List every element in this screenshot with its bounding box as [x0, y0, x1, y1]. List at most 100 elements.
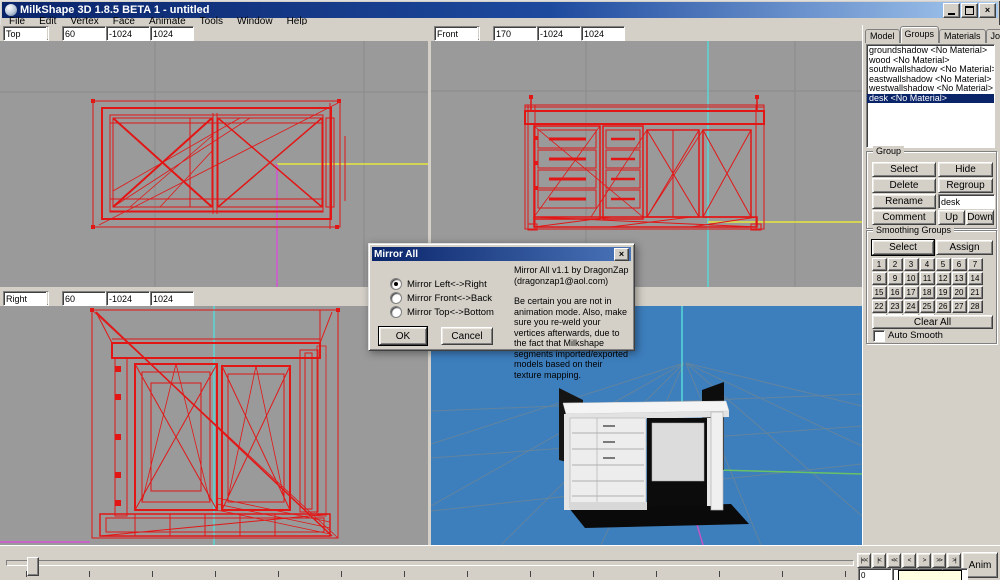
smoothing-group-button[interactable]: 4 — [920, 258, 935, 271]
go-to-start-button[interactable]: |<< — [857, 553, 871, 568]
right-view-mode-dropdown[interactable]: Right ▼ — [3, 291, 49, 306]
top-view-zoom-field[interactable]: 60 — [62, 26, 106, 41]
front-view-min-field[interactable]: -1024 — [537, 26, 581, 41]
radio-label: Mirror Front<->Back — [407, 293, 492, 304]
down-button[interactable]: Down — [966, 210, 994, 225]
radio-icon[interactable] — [390, 292, 402, 304]
right-view-zoom-field[interactable]: 60 — [62, 291, 106, 306]
chevron-down-icon[interactable]: ▼ — [477, 26, 480, 41]
top-viewport[interactable] — [0, 41, 428, 287]
smoothing-group-button[interactable]: 7 — [968, 258, 983, 271]
smoothing-group-button[interactable]: 6 — [952, 258, 967, 271]
smoothing-group-button[interactable]: 15 — [872, 286, 887, 299]
smoothing-group-button[interactable]: 25 — [920, 300, 935, 313]
tab-model[interactable]: Model — [865, 29, 900, 43]
minimize-button[interactable] — [943, 3, 960, 18]
smoothing-assign-button[interactable]: Assign — [936, 240, 993, 255]
app-icon — [5, 4, 17, 16]
smoothing-select-button[interactable]: Select — [872, 240, 934, 255]
smoothing-group-button[interactable]: 9 — [888, 272, 903, 285]
smoothing-group-button[interactable]: 28 — [968, 300, 983, 313]
right-view-mode-value: Right — [6, 294, 27, 304]
dialog-close-button[interactable]: × — [614, 248, 629, 261]
regroup-button[interactable]: Regroup — [938, 178, 993, 193]
top-view-mode-dropdown[interactable]: Top ▼ — [3, 26, 49, 41]
smoothing-group-button[interactable]: 13 — [952, 272, 967, 285]
close-button[interactable]: × — [979, 3, 996, 18]
tooltip — [898, 570, 962, 580]
hide-button[interactable]: Hide — [938, 162, 993, 177]
front-viewport-toolbar: Front ▼ 170 -1024 1024 — [431, 25, 862, 42]
front-view-max-field[interactable]: 1024 — [581, 26, 625, 41]
clear-all-button[interactable]: Clear All — [872, 315, 993, 329]
front-view-zoom-field[interactable]: 170 — [493, 26, 537, 41]
front-view-mode-value: Front — [437, 29, 458, 39]
top-view-max-field[interactable]: 1024 — [150, 26, 194, 41]
window-title: MilkShape 3D 1.8.5 BETA 1 - untitled — [20, 4, 209, 16]
cancel-button[interactable]: Cancel — [441, 327, 493, 345]
rename-button[interactable]: Rename — [872, 194, 936, 209]
smoothing-group-button[interactable]: 17 — [904, 286, 919, 299]
fast-forward-button[interactable]: >> — [932, 553, 946, 568]
smoothing-group-button[interactable]: 26 — [936, 300, 951, 313]
chevron-down-icon[interactable]: ▼ — [46, 291, 49, 306]
smoothing-group-button[interactable]: 14 — [968, 272, 983, 285]
smoothing-group-button[interactable]: 10 — [904, 272, 919, 285]
dialog-titlebar[interactable]: Mirror All × — [372, 247, 631, 261]
smoothing-group-button[interactable]: 21 — [968, 286, 983, 299]
radio-mirror-front-back[interactable]: Mirror Front<->Back — [390, 292, 492, 304]
right-viewport[interactable] — [0, 306, 428, 545]
top-view-min-field[interactable]: -1024 — [106, 26, 150, 41]
smoothing-group-button[interactable]: 1 — [872, 258, 887, 271]
rename-field[interactable]: desk — [938, 194, 995, 209]
radio-icon[interactable] — [390, 306, 402, 318]
smoothing-group-button[interactable]: 18 — [920, 286, 935, 299]
tab-joints[interactable]: Joints — [986, 29, 1000, 43]
radio-mirror-left-right[interactable]: Mirror Left<->Right — [390, 278, 487, 290]
smoothing-group-button[interactable]: 27 — [952, 300, 967, 313]
front-view-mode-dropdown[interactable]: Front ▼ — [434, 26, 480, 41]
smoothing-group-button[interactable]: 19 — [936, 286, 951, 299]
auto-smooth-checkbox[interactable] — [873, 330, 885, 342]
close-icon: × — [985, 5, 990, 15]
groups-listbox[interactable]: groundshadow <No Material> wood <No Mate… — [866, 44, 995, 148]
smoothing-group-button[interactable]: 8 — [872, 272, 887, 285]
radio-mirror-top-bottom[interactable]: Mirror Top<->Bottom — [390, 306, 494, 318]
dialog-warning-text: Be certain you are not in animation mode… — [514, 296, 629, 380]
step-forward-button[interactable]: > — [917, 553, 931, 568]
radio-icon[interactable] — [390, 278, 402, 290]
smoothing-group-button[interactable]: 16 — [888, 286, 903, 299]
frame-field-current[interactable]: 0 — [858, 568, 892, 580]
comment-button[interactable]: Comment — [872, 210, 936, 225]
group-box-title: Group — [873, 146, 904, 156]
milkshape-window: MilkShape 3D 1.8.5 BETA 1 - untitled × F… — [0, 0, 1000, 580]
smoothing-group-button[interactable]: 12 — [936, 272, 951, 285]
smoothing-group-button[interactable]: 3 — [904, 258, 919, 271]
delete-button[interactable]: Delete — [872, 178, 936, 193]
smoothing-group-button[interactable]: 20 — [952, 286, 967, 299]
tab-materials[interactable]: Materials — [939, 29, 986, 43]
smoothing-group-button[interactable]: 2 — [888, 258, 903, 271]
radio-label: Mirror Left<->Right — [407, 279, 487, 290]
restore-button[interactable] — [961, 3, 978, 18]
smoothing-group-button[interactable]: 23 — [888, 300, 903, 313]
timeline-ticks — [26, 571, 848, 577]
previous-keyframe-button[interactable]: |< — [872, 553, 886, 568]
top-view-mode-value: Top — [6, 29, 21, 39]
right-view-min-field[interactable]: -1024 — [106, 291, 150, 306]
timeline-track[interactable] — [6, 560, 854, 566]
smoothing-group-button[interactable]: 11 — [920, 272, 935, 285]
step-back-button[interactable]: < — [902, 553, 916, 568]
up-button[interactable]: Up — [938, 210, 965, 225]
tab-groups[interactable]: Groups — [900, 26, 940, 43]
rewind-button[interactable]: << — [887, 553, 901, 568]
smoothing-group-button[interactable]: 5 — [936, 258, 951, 271]
smoothing-group-button[interactable]: 22 — [872, 300, 887, 313]
chevron-down-icon[interactable]: ▼ — [46, 26, 49, 41]
select-button[interactable]: Select — [872, 162, 936, 177]
right-view-max-field[interactable]: 1024 — [150, 291, 194, 306]
smoothing-group-button[interactable]: 24 — [904, 300, 919, 313]
list-item-selected[interactable]: desk <No Material> — [867, 94, 994, 104]
ok-button[interactable]: OK — [379, 327, 427, 345]
next-keyframe-button[interactable]: >| — [947, 553, 961, 568]
